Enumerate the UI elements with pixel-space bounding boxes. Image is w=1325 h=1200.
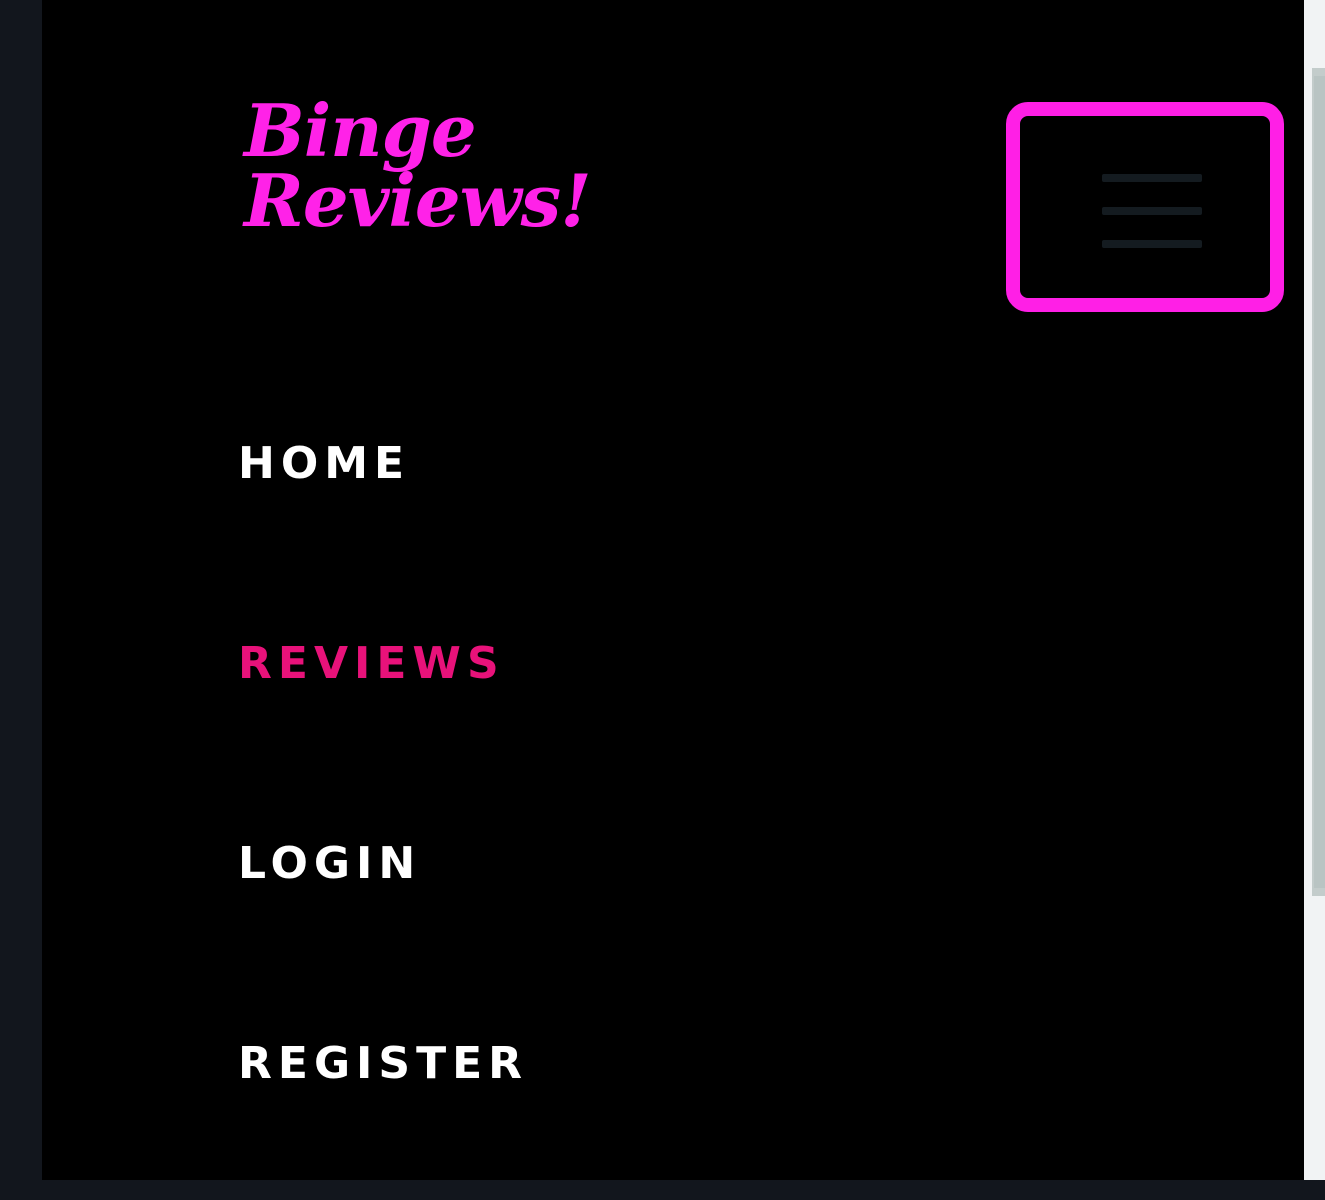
navbar-toggler-button[interactable] bbox=[1006, 102, 1284, 312]
hamburger-bar bbox=[1102, 174, 1202, 182]
left-gutter bbox=[0, 0, 42, 1180]
brand-logo[interactable]: Binge Reviews! bbox=[244, 95, 684, 237]
nav-link-login[interactable]: LOGIN bbox=[238, 838, 421, 889]
nav-link-home[interactable]: HOME bbox=[238, 438, 410, 489]
hamburger-menu-icon bbox=[1102, 174, 1202, 248]
nav-link-register[interactable]: REGISTER bbox=[238, 1038, 528, 1089]
hamburger-bar bbox=[1102, 240, 1202, 248]
brand-line-2: Reviews! bbox=[244, 158, 592, 243]
nav-link-reviews[interactable]: REVIEWS bbox=[238, 638, 505, 689]
scrollbar-thumb[interactable] bbox=[1314, 76, 1325, 888]
hamburger-bar bbox=[1102, 207, 1202, 215]
